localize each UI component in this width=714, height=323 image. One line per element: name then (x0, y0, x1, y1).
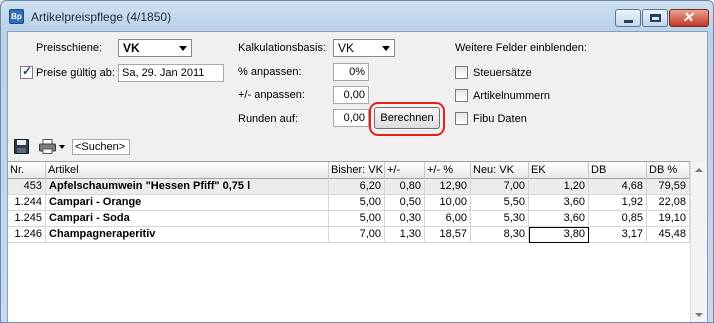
cell-plusminus[interactable]: 0,80 (385, 179, 425, 195)
maximize-icon (650, 14, 661, 22)
maximize-button[interactable] (642, 9, 668, 27)
app-icon: Bp (9, 9, 24, 24)
cell-ek[interactable]: 3,60 (529, 211, 589, 227)
window-title: Artikelpreispflege (4/1850) (31, 10, 172, 24)
title-bar[interactable]: Bp Artikelpreispflege (4/1850) ✕ (1, 1, 713, 31)
cell-db: 1,92 (589, 195, 647, 211)
cell-artikel: Campari - Orange (46, 195, 329, 211)
artikelnummern-label: Artikelnummern (473, 90, 551, 102)
minimize-icon (624, 20, 633, 23)
column-header-plusminus[interactable]: +/- (385, 162, 425, 179)
steuersaetze-label: Steuersätze (473, 67, 532, 79)
kalkulationsbasis-value: VK (338, 41, 355, 55)
kalkulationsbasis-label: Kalkulationsbasis: (238, 42, 327, 54)
chevron-down-icon (382, 46, 390, 51)
preise-gueltig-label: Preise gültig ab: (36, 67, 115, 79)
column-header-artikel[interactable]: Artikel (46, 162, 329, 179)
close-icon: ✕ (682, 9, 694, 25)
floppy-disk-icon[interactable] (14, 139, 29, 154)
berechnen-button[interactable]: Berechnen (374, 107, 440, 129)
cell-artikel: Apfelschaumwein "Hessen Pfiff" 0,75 l (46, 179, 329, 195)
cell-db-prozent: 19,10 (647, 211, 690, 227)
chevron-down-icon (179, 46, 187, 51)
cell-neu-vk[interactable]: 8,30 (471, 227, 529, 243)
fibu-daten-checkbox[interactable] (455, 112, 468, 125)
cell-db: 4,68 (589, 179, 647, 195)
table-header: Nr. Artikel Bisher: VK +/- +/- % Neu: VK… (8, 162, 690, 179)
column-header-nr[interactable]: Nr. (8, 162, 46, 179)
cell-artikel: Campari - Soda (46, 211, 329, 227)
print-options-chevron-icon[interactable] (59, 145, 65, 149)
cell-neu-vk[interactable]: 5,30 (471, 211, 529, 227)
cell-plusminus-prozent[interactable]: 10,00 (425, 195, 471, 211)
cell-ek[interactable]: 3,60 (529, 195, 589, 211)
cell-bisher-vk[interactable]: 7,00 (329, 227, 385, 243)
cell-db: 3,17 (589, 227, 647, 243)
cell-plusminus-prozent[interactable]: 6,00 (425, 211, 471, 227)
cell-ek[interactable]: 1,20 (529, 179, 589, 195)
table-row[interactable]: 1.244 Campari - Orange 5,00 0,50 10,00 5… (8, 195, 690, 211)
table-row[interactable]: 1.245 Campari - Soda 5,00 0,30 6,00 5,30… (8, 211, 690, 227)
cell-nr: 1.246 (8, 227, 46, 243)
scroll-down-icon[interactable] (695, 313, 703, 317)
plusminus-anpassen-field[interactable]: 0,00 (333, 86, 369, 104)
prozent-anpassen-field[interactable]: 0% (333, 63, 369, 81)
client-area: Preisschiene: VK Preise gültig ab: Sa, 2… (7, 31, 708, 322)
cell-bisher-vk[interactable]: 5,00 (329, 195, 385, 211)
cell-nr: 1.244 (8, 195, 46, 211)
runden-auf-field[interactable]: 0,00 (333, 109, 369, 127)
cell-nr: 453 (8, 179, 46, 195)
preisschiene-select[interactable]: VK (118, 39, 192, 57)
cell-db-prozent: 79,59 (647, 179, 690, 195)
vertical-scrollbar[interactable] (690, 162, 707, 322)
article-table: Nr. Artikel Bisher: VK +/- +/- % Neu: VK… (8, 161, 690, 322)
column-header-db-prozent[interactable]: DB % (647, 162, 690, 179)
artikelnummern-checkbox[interactable] (455, 89, 468, 102)
cell-db-prozent: 22,08 (647, 195, 690, 211)
fibu-daten-label: Fibu Daten (473, 113, 527, 125)
scroll-up-icon[interactable] (695, 168, 703, 172)
cell-db: 0,85 (589, 211, 647, 227)
cell-artikel: Champagneraperitiv (46, 227, 329, 243)
preise-gueltig-date-field[interactable]: Sa, 29. Jan 2011 (118, 64, 224, 82)
cell-neu-vk[interactable]: 5,50 (471, 195, 529, 211)
cell-bisher-vk[interactable]: 6,20 (329, 179, 385, 195)
column-header-neu-vk[interactable]: Neu: VK (471, 162, 529, 179)
cell-neu-vk[interactable]: 7,00 (471, 179, 529, 195)
cell-nr: 1.245 (8, 211, 46, 227)
column-header-bisher-vk[interactable]: Bisher: VK (329, 162, 385, 179)
runden-auf-label: Runden auf: (238, 113, 298, 125)
cell-plusminus-prozent[interactable]: 12,90 (425, 179, 471, 195)
steuersaetze-checkbox[interactable] (455, 66, 468, 79)
printer-icon[interactable] (39, 139, 56, 154)
preisschiene-label: Preisschiene: (36, 42, 103, 54)
column-header-ek[interactable]: EK (529, 162, 589, 179)
column-header-plusminus-prozent[interactable]: +/- % (425, 162, 471, 179)
cell-plusminus[interactable]: 1,30 (385, 227, 425, 243)
column-header-db[interactable]: DB (589, 162, 647, 179)
kalkulationsbasis-select[interactable]: VK (333, 39, 395, 57)
cell-db-prozent: 45,48 (647, 227, 690, 243)
close-button[interactable]: ✕ (669, 9, 709, 27)
preise-gueltig-checkbox[interactable] (20, 64, 33, 79)
cell-plusminus-prozent[interactable]: 18,57 (425, 227, 471, 243)
table-row[interactable]: 1.246 Champagneraperitiv 7,00 1,30 18,57… (8, 227, 690, 243)
plusminus-anpassen-label: +/- anpassen: (238, 89, 305, 101)
minimize-button[interactable] (615, 9, 641, 27)
app-window: Bp Artikelpreispflege (4/1850) ✕ Preissc… (0, 0, 714, 323)
preisschiene-value: VK (123, 41, 140, 55)
cell-bisher-vk[interactable]: 5,00 (329, 211, 385, 227)
cell-plusminus[interactable]: 0,50 (385, 195, 425, 211)
table-row[interactable]: 453 Apfelschaumwein "Hessen Pfiff" 0,75 … (8, 179, 690, 195)
cell-plusminus[interactable]: 0,30 (385, 211, 425, 227)
prozent-anpassen-label: % anpassen: (238, 66, 302, 78)
search-input[interactable]: <Suchen> (72, 139, 130, 155)
cell-ek-focused[interactable]: 3,80 (529, 227, 589, 243)
weitere-felder-label: Weitere Felder einblenden: (455, 42, 587, 54)
